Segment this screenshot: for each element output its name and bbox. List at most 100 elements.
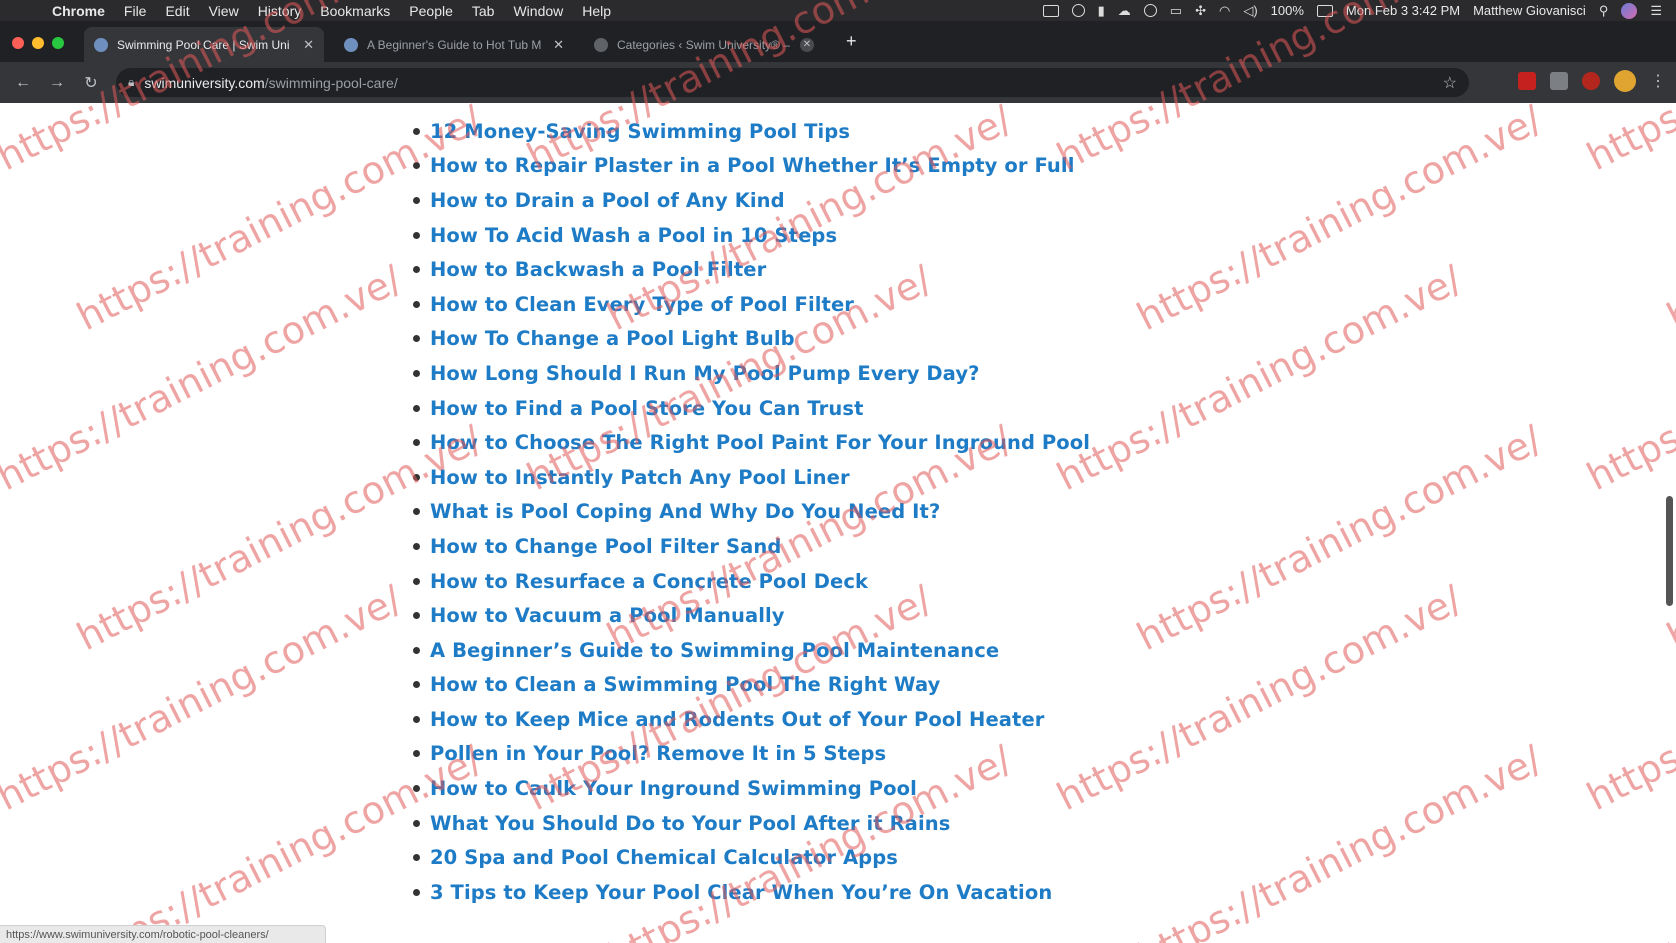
bullet-icon (413, 300, 420, 308)
article-link[interactable]: 20 Spa and Pool Chemical Calculator Apps (430, 846, 898, 869)
siri-icon[interactable] (1621, 2, 1638, 19)
bullet-icon (413, 785, 420, 793)
menu-history[interactable]: History (258, 3, 302, 19)
article-link[interactable]: How to Choose The Right Pool Paint For Y… (430, 431, 1090, 454)
article-link[interactable]: How to Keep Mice and Rodents Out of Your… (430, 708, 1045, 731)
menu-tab[interactable]: Tab (472, 3, 495, 19)
menu-view[interactable]: View (209, 3, 239, 19)
reload-icon[interactable]: ↻ (74, 73, 108, 93)
menu-bookmarks[interactable]: Bookmarks (320, 3, 390, 19)
menu-app-chrome[interactable]: Chrome (52, 3, 105, 19)
tab-swimming-pool-care[interactable]: Swimming Pool Care | Swim Uni ✕ (84, 27, 324, 62)
tab-hot-tub-guide[interactable]: A Beginner's Guide to Hot Tub M ✕ (334, 27, 574, 62)
article-link[interactable]: How to Backwash a Pool Filter (430, 258, 766, 281)
extension-gray-icon[interactable] (1550, 72, 1568, 90)
list-item: How to Clean a Swimming Pool The Right W… (413, 668, 1090, 703)
bullet-icon (413, 508, 420, 516)
extension-lastpass-icon[interactable] (1582, 72, 1600, 90)
scrollbar-thumb[interactable] (1666, 496, 1673, 606)
close-tab-icon[interactable]: ✕ (303, 37, 314, 53)
airplay-icon[interactable]: ▭ (1170, 3, 1182, 19)
wordpress-favicon-icon (594, 37, 608, 52)
new-tab-icon[interactable]: + (846, 31, 857, 52)
lock-icon[interactable]: 🔒︎ (128, 75, 134, 90)
browser-toolbar: ← → ↻ 🔒︎ swimuniversity.com/swimming-poo… (0, 62, 1676, 103)
spotlight-search-icon[interactable]: ⚲ (1599, 3, 1609, 19)
bookmark-icon[interactable]: ▮ (1098, 3, 1105, 19)
chrome-menu-icon[interactable]: ⋮ (1650, 71, 1666, 91)
article-link[interactable]: How to Instantly Patch Any Pool Liner (430, 466, 850, 489)
bullet-icon (413, 231, 420, 239)
list-item: What is Pool Coping And Why Do You Need … (413, 495, 1090, 530)
bullet-icon (413, 612, 420, 620)
close-tab-icon[interactable]: ✕ (800, 37, 814, 52)
forward-arrow-icon[interactable]: → (40, 74, 74, 92)
article-link[interactable]: Pollen in Your Pool? Remove It in 5 Step… (430, 742, 886, 765)
article-link[interactable]: How to Clean Every Type of Pool Filter (430, 293, 854, 316)
article-link[interactable]: How to Vacuum a Pool Manually (430, 604, 785, 627)
creative-cloud-icon[interactable] (1143, 4, 1157, 17)
notification-center-icon[interactable]: ☰ (1650, 3, 1662, 19)
article-link[interactable]: How Long Should I Run My Pool Pump Every… (430, 362, 980, 385)
article-link[interactable]: How to Caulk Your Inground Swimming Pool (430, 777, 917, 800)
menubar-user[interactable]: Matthew Giovanisci (1473, 3, 1586, 18)
menu-window[interactable]: Window (513, 3, 563, 19)
list-item: How to Keep Mice and Rodents Out of Your… (413, 702, 1090, 737)
list-item: How to Backwash a Pool Filter (413, 252, 1090, 287)
volume-icon[interactable]: ◁) (1243, 3, 1257, 19)
article-link[interactable]: What is Pool Coping And Why Do You Need … (430, 500, 940, 523)
article-link[interactable]: How to Change Pool Filter Sand (430, 535, 781, 558)
list-item: What You Should Do to Your Pool After it… (413, 806, 1090, 841)
tab-categories[interactable]: Categories ‹ Swim University® – ✕ (584, 27, 824, 62)
list-item: How to Clean Every Type of Pool Filter (413, 287, 1090, 322)
list-item: How to Find a Pool Store You Can Trust (413, 391, 1090, 426)
bullet-icon (413, 266, 420, 274)
profile-avatar[interactable] (1614, 70, 1636, 92)
article-link[interactable]: How To Acid Wash a Pool in 10 Steps (430, 224, 837, 247)
cloud-icon[interactable]: ☁ (1118, 3, 1131, 19)
article-link[interactable]: How to Drain a Pool of Any Kind (430, 189, 785, 212)
dropbox-icon[interactable] (1071, 4, 1085, 17)
close-tab-icon[interactable]: ✕ (553, 37, 564, 53)
article-link[interactable]: 12 Money-Saving Swimming Pool Tips (430, 120, 850, 143)
article-link[interactable]: How to Repair Plaster in a Pool Whether … (430, 154, 1074, 177)
address-bar[interactable]: 🔒︎ swimuniversity.com/swimming-pool-care… (116, 68, 1469, 97)
list-item: How To Change a Pool Light Bulb (413, 322, 1090, 357)
article-link[interactable]: 3 Tips to Keep Your Pool Clear When You’… (430, 881, 1052, 904)
menu-help[interactable]: Help (582, 3, 611, 19)
menu-file[interactable]: File (124, 3, 147, 19)
page-content: 12 Money-Saving Swimming Pool Tips How to… (0, 103, 1676, 943)
article-link[interactable]: What You Should Do to Your Pool After it… (430, 812, 950, 835)
menu-edit[interactable]: Edit (165, 3, 189, 19)
window-controls (12, 37, 64, 49)
tab-title: A Beginner's Guide to Hot Tub M (367, 37, 542, 52)
bookmark-star-icon[interactable]: ☆ (1443, 73, 1457, 93)
article-link[interactable]: How to Clean a Swimming Pool The Right W… (430, 673, 940, 696)
article-link[interactable]: A Beginner’s Guide to Swimming Pool Main… (430, 639, 999, 662)
battery-icon[interactable] (1316, 4, 1333, 17)
bullet-icon (413, 196, 420, 204)
swim-university-favicon-icon (94, 37, 108, 52)
bluetooth-icon[interactable]: ✣ (1195, 3, 1206, 19)
article-link[interactable]: How To Change a Pool Light Bulb (430, 327, 795, 350)
url-path: /swimming-pool-care/ (264, 74, 398, 91)
list-item: How To Acid Wash a Pool in 10 Steps (413, 218, 1090, 253)
menu-people[interactable]: People (409, 3, 453, 19)
back-arrow-icon[interactable]: ← (6, 74, 40, 92)
minimize-window-button[interactable] (32, 37, 44, 49)
article-link[interactable]: How to Resurface a Concrete Pool Deck (430, 570, 868, 593)
screen-record-icon[interactable] (1042, 4, 1059, 17)
extensions-area: ⋮ (1518, 70, 1666, 92)
bullet-icon (413, 127, 420, 135)
list-item: How to Choose The Right Pool Paint For Y… (413, 425, 1090, 460)
tab-title: Swimming Pool Care | Swim Uni (117, 37, 290, 52)
menubar-clock[interactable]: Mon Feb 3 3:42 PM (1346, 3, 1460, 18)
bullet-icon (413, 854, 420, 862)
close-window-button[interactable] (12, 37, 24, 49)
fullscreen-window-button[interactable] (52, 37, 64, 49)
list-item: 3 Tips to Keep Your Pool Clear When You’… (413, 875, 1090, 910)
article-link[interactable]: How to Find a Pool Store You Can Trust (430, 397, 864, 420)
wifi-icon[interactable]: ◠ (1219, 3, 1230, 19)
battery-percent: 100% (1270, 3, 1304, 18)
extension-red-icon[interactable] (1518, 72, 1536, 90)
